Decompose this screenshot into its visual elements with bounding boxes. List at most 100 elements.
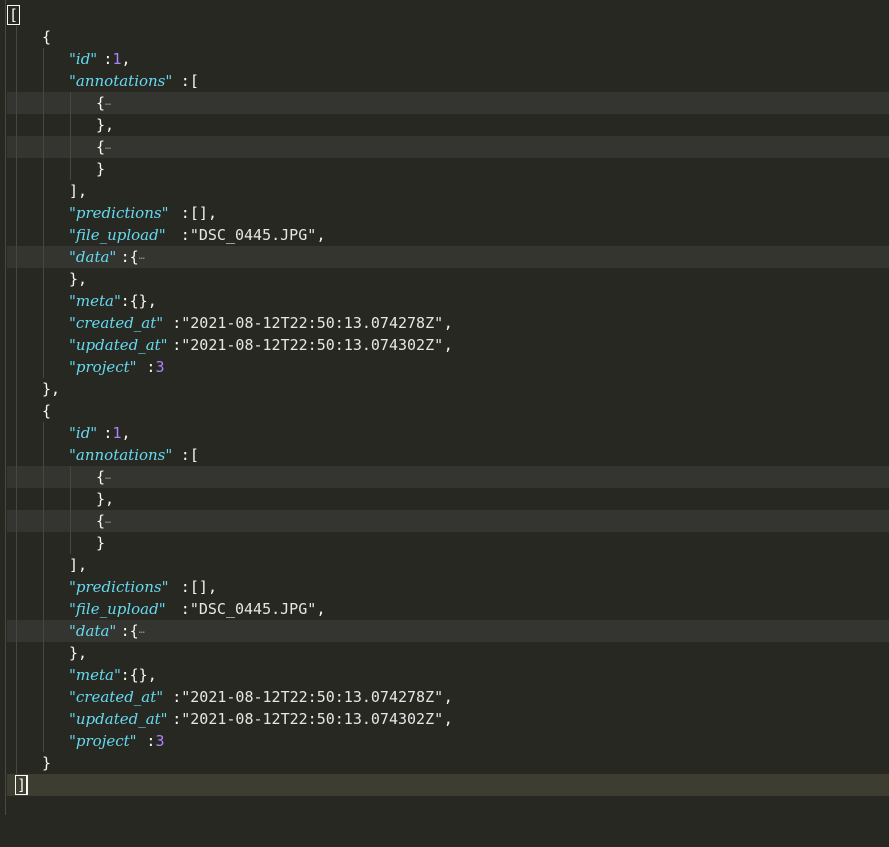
- folded-annotation-line[interactable]: {…: [7, 136, 889, 158]
- array-close-line[interactable]: ]: [7, 774, 889, 796]
- folded-data-line[interactable]: "data":{…: [7, 246, 889, 268]
- meta-line[interactable]: "meta":{},: [7, 290, 889, 312]
- comma: ,: [316, 600, 326, 618]
- folded-annotation-line[interactable]: {…: [7, 510, 889, 532]
- annotations-line[interactable]: "annotations":[: [7, 70, 889, 92]
- indent-guide: [43, 510, 44, 532]
- fold-ellipsis-icon: …: [138, 625, 145, 636]
- predictions-key: "predictions": [69, 204, 169, 222]
- fold-ellipsis-icon: …: [138, 251, 145, 262]
- indent-guide: [43, 290, 44, 312]
- id-line[interactable]: "id":1,: [7, 48, 889, 70]
- annotations-close-line[interactable]: ],: [7, 554, 889, 576]
- colon: :: [146, 732, 156, 750]
- file-upload-line[interactable]: "file_upload": "DSC_0445.JPG",: [7, 224, 889, 246]
- colon: :: [103, 50, 113, 68]
- comma: ,: [443, 688, 453, 706]
- annotation-open-brace: {: [96, 512, 106, 530]
- folded-annotation-line[interactable]: {…: [7, 466, 889, 488]
- annotation-open-brace: {: [96, 138, 106, 156]
- indent-guide: [43, 48, 44, 70]
- fold-ellipsis-icon: …: [105, 97, 112, 108]
- indent-guide: [70, 92, 71, 114]
- meta-key: "meta": [69, 292, 121, 310]
- meta-value: {}: [129, 666, 148, 684]
- indent-guide: [43, 158, 44, 180]
- indent-guide: [43, 686, 44, 708]
- annotations-line[interactable]: "annotations":[: [7, 444, 889, 466]
- indent-guide: [16, 598, 17, 620]
- indent-guide: [43, 444, 44, 466]
- indent-guide: [43, 576, 44, 598]
- code-editor[interactable]: [{"id":1, "annotations":[{…},{…}], "predic…: [0, 0, 889, 847]
- object-close-brace: },: [42, 380, 61, 398]
- indent-guide: [16, 158, 17, 180]
- annotation-close-brace: }: [96, 160, 106, 178]
- array-open-bracket[interactable]: [: [7, 4, 21, 26]
- data-close-line[interactable]: },: [7, 642, 889, 664]
- annotation-close-brace: }: [96, 534, 106, 552]
- id-line[interactable]: "id":1,: [7, 422, 889, 444]
- predictions-line[interactable]: "predictions":[],: [7, 576, 889, 598]
- predictions-line[interactable]: "predictions":[],: [7, 202, 889, 224]
- updated-at-line[interactable]: "updated_at": "2021-08-12T22:50:13.074302…: [7, 708, 889, 730]
- indent-guide: [16, 510, 17, 532]
- colon: :: [172, 314, 182, 332]
- indent-guide: [43, 202, 44, 224]
- annotation-close-line[interactable]: },: [7, 488, 889, 510]
- data-key: "data": [69, 622, 117, 640]
- created-at-line[interactable]: "created_at": "2021-08-12T22:50:13.074278…: [7, 686, 889, 708]
- project-key: "project": [69, 732, 137, 750]
- created-at-line[interactable]: "created_at": "2021-08-12T22:50:13.074278…: [7, 312, 889, 334]
- comma: ,: [147, 292, 157, 310]
- indent-guide: [16, 664, 17, 686]
- indent-guide: [43, 664, 44, 686]
- updated-at-line[interactable]: "updated_at": "2021-08-12T22:50:13.074302…: [7, 334, 889, 356]
- object-open-line[interactable]: {: [7, 400, 889, 422]
- comma: ,: [443, 710, 453, 728]
- comma: ,: [121, 50, 131, 68]
- annotation-close-line[interactable]: },: [7, 114, 889, 136]
- project-line[interactable]: "project":3: [7, 730, 889, 752]
- object-open-brace: {: [42, 402, 52, 420]
- indent-guide: [43, 268, 44, 290]
- colon: :: [172, 336, 182, 354]
- object-open-line[interactable]: {: [7, 26, 889, 48]
- indent-guide: [43, 642, 44, 664]
- fold-ellipsis-icon: …: [105, 141, 112, 152]
- indent-guide: [16, 686, 17, 708]
- indent-guide: [16, 48, 17, 70]
- folded-data-line[interactable]: "data":{…: [7, 620, 889, 642]
- file-upload-line[interactable]: "file_upload": "DSC_0445.JPG",: [7, 598, 889, 620]
- annotations-close-line[interactable]: ],: [7, 180, 889, 202]
- indent-guide: [43, 730, 44, 752]
- indent-guide: [16, 444, 17, 466]
- data-close-brace: },: [69, 270, 88, 288]
- comma: ,: [207, 204, 217, 222]
- comma: ,: [316, 226, 326, 244]
- indent-guide: [16, 70, 17, 92]
- colon: :: [180, 578, 190, 596]
- matching-bracket-highlight: [: [7, 5, 21, 25]
- data-open-brace: {: [129, 622, 139, 640]
- data-close-line[interactable]: },: [7, 268, 889, 290]
- annotations-key: "annotations": [69, 446, 173, 464]
- comma: ,: [443, 314, 453, 332]
- project-value: 3: [155, 358, 165, 376]
- annotation-close-line[interactable]: }: [7, 158, 889, 180]
- array-open-line[interactable]: [: [7, 4, 889, 26]
- project-line[interactable]: "project":3: [7, 356, 889, 378]
- data-close-brace: },: [69, 644, 88, 662]
- folded-annotation-line[interactable]: {…: [7, 92, 889, 114]
- updated-at-value: "2021-08-12T22:50:13.074302Z": [181, 710, 444, 728]
- meta-line[interactable]: "meta":{},: [7, 664, 889, 686]
- annotation-close-line[interactable]: }: [7, 532, 889, 554]
- annotations-close-bracket: ],: [69, 556, 88, 574]
- id-value: 1: [112, 50, 122, 68]
- indent-guide: [43, 466, 44, 488]
- indent-guide: [43, 246, 44, 268]
- annotation-close-brace: },: [96, 490, 115, 508]
- object-close-line[interactable]: },: [7, 378, 889, 400]
- annotations-close-bracket: ],: [69, 182, 88, 200]
- object-close-line[interactable]: }: [7, 752, 889, 774]
